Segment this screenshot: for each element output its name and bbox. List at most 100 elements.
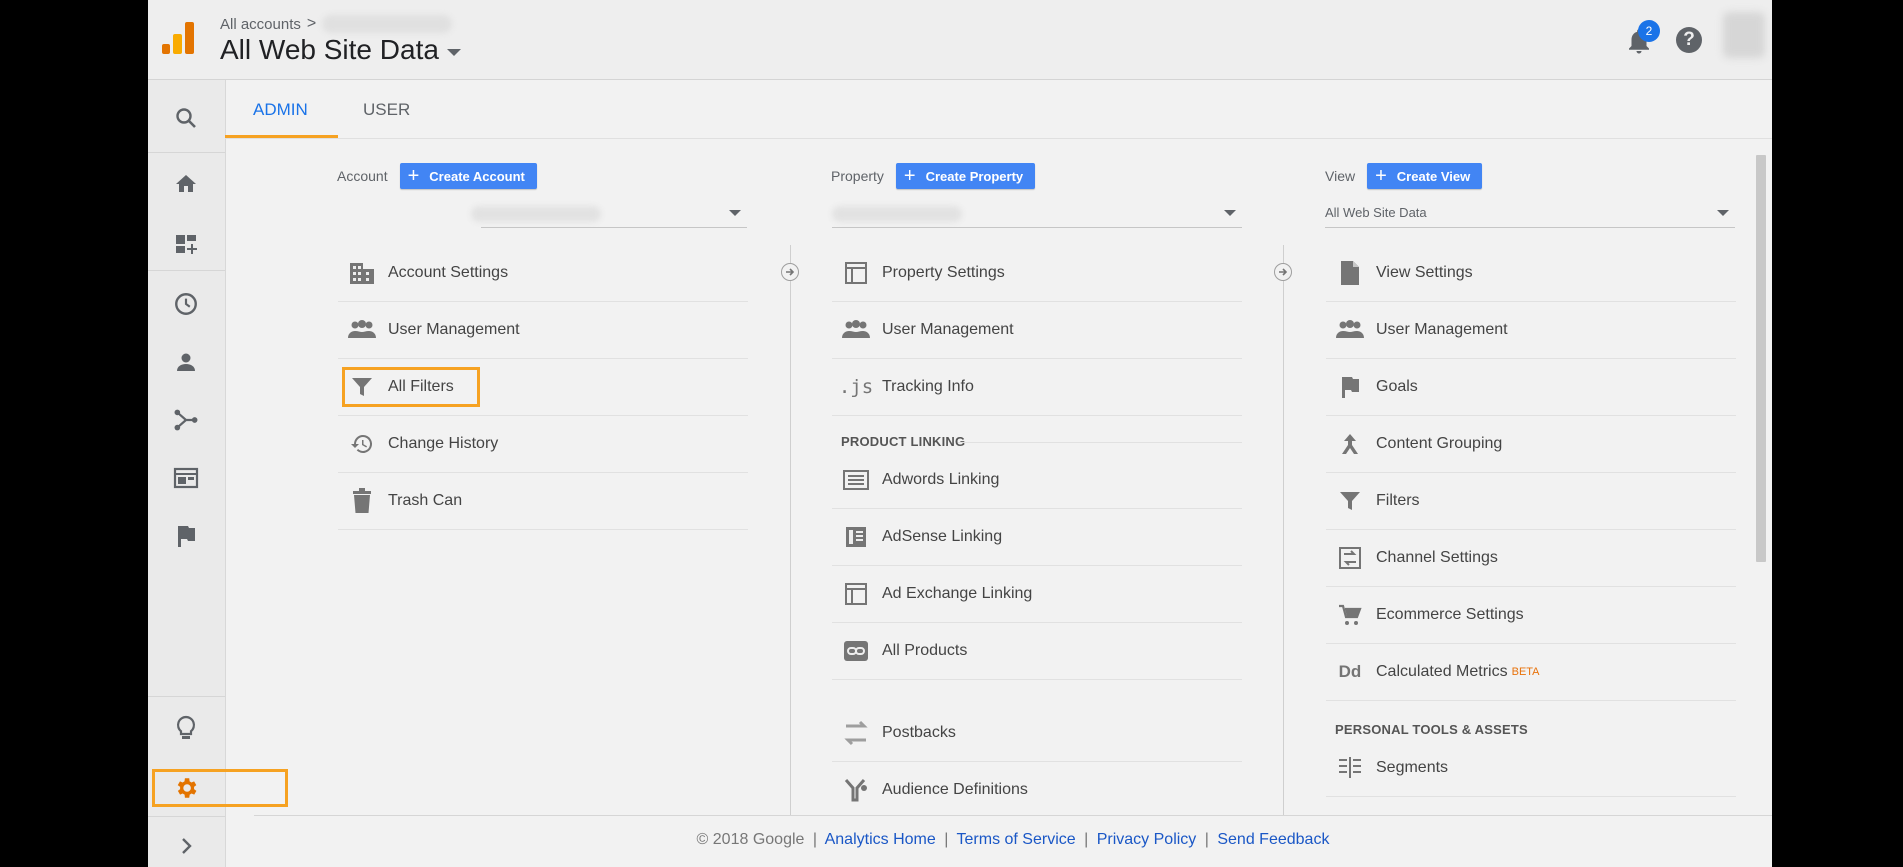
- search-icon[interactable]: [168, 100, 204, 136]
- column-divider: [790, 245, 791, 815]
- view-selector[interactable]: All Web Site Data: [220, 34, 461, 66]
- goals-item[interactable]: Goals: [1326, 359, 1736, 416]
- dropdown-arrow-icon: [1224, 210, 1236, 216]
- view-settings-label: View Settings: [1376, 264, 1473, 281]
- dropdown-arrow-icon: [729, 210, 741, 216]
- calculated-metrics-label: Calculated Metrics: [1376, 663, 1508, 680]
- audience-definitions-label: Audience Definitions: [882, 781, 1028, 798]
- send-feedback-link[interactable]: Send Feedback: [1217, 831, 1329, 848]
- people-icon: [1334, 314, 1366, 346]
- create-view-button[interactable]: + Create View: [1367, 163, 1483, 189]
- trash-can-item[interactable]: Trash Can: [338, 473, 748, 530]
- footer-separator: |: [1204, 831, 1209, 848]
- plus-icon: +: [407, 165, 420, 187]
- view-user-management-label: User Management: [1376, 321, 1508, 338]
- all-filters-highlight: [342, 367, 480, 407]
- active-tab-indicator: [225, 135, 338, 138]
- property-settings-item[interactable]: Property Settings: [832, 245, 1242, 302]
- account-selector-value: [471, 206, 601, 222]
- property-user-management-label: User Management: [882, 321, 1014, 338]
- breadcrumb-account-name[interactable]: [322, 15, 453, 33]
- scrollbar-thumb[interactable]: [1756, 155, 1766, 562]
- plus-icon: +: [903, 165, 916, 187]
- segments-label: Segments: [1376, 759, 1449, 776]
- analytics-home-link[interactable]: Analytics Home: [825, 831, 936, 848]
- property-selector[interactable]: [832, 201, 1242, 228]
- acquisition-icon[interactable]: [168, 402, 204, 438]
- account-user-management-item[interactable]: User Management: [338, 302, 748, 359]
- plus-icon: +: [1375, 165, 1387, 187]
- discover-lightbulb-icon[interactable]: [168, 710, 204, 746]
- link-icon: [840, 635, 872, 667]
- notification-count-badge[interactable]: 2: [1638, 20, 1660, 42]
- view-user-management-item[interactable]: User Management: [1326, 302, 1736, 359]
- create-account-label: Create Account: [429, 168, 525, 184]
- property-column-header: Property + Create Property: [831, 163, 1036, 189]
- account-label: Account: [337, 168, 388, 184]
- content-grouping-item[interactable]: Content Grouping: [1326, 416, 1736, 473]
- property-user-management-item[interactable]: User Management: [832, 302, 1242, 359]
- dropdown-arrow-icon: [1717, 210, 1729, 216]
- view-settings-item[interactable]: View Settings: [1326, 245, 1736, 302]
- ecommerce-settings-label: Ecommerce Settings: [1376, 606, 1524, 623]
- postbacks-item[interactable]: Postbacks: [832, 705, 1242, 762]
- calculated-metrics-item[interactable]: Dd Calculated Metrics BETA: [1326, 644, 1736, 701]
- trash-can-label: Trash Can: [388, 492, 463, 509]
- create-view-label: Create View: [1396, 168, 1471, 184]
- privacy-policy-link[interactable]: Privacy Policy: [1097, 831, 1197, 848]
- channel-settings-item[interactable]: Channel Settings: [1326, 530, 1736, 587]
- all-products-item[interactable]: All Products: [832, 623, 1242, 680]
- nav-divider: [148, 696, 225, 697]
- account-settings-item[interactable]: Account Settings: [338, 245, 748, 302]
- ecommerce-settings-item[interactable]: Ecommerce Settings: [1326, 587, 1736, 644]
- view-filters-item[interactable]: Filters: [1326, 473, 1736, 530]
- segments-item[interactable]: Segments: [1326, 740, 1736, 797]
- ad-exchange-linking-item[interactable]: Ad Exchange Linking: [832, 566, 1242, 623]
- window-icon: [840, 257, 872, 289]
- view-filters-label: Filters: [1376, 492, 1420, 509]
- caret-down-icon: [446, 48, 461, 56]
- cart-icon: [1334, 599, 1366, 631]
- account-user-management-label: User Management: [388, 321, 520, 338]
- all-products-label: All Products: [882, 642, 968, 659]
- section-divider: [958, 442, 1242, 443]
- tab-admin[interactable]: ADMIN: [253, 100, 308, 120]
- account-selector[interactable]: [471, 201, 747, 228]
- ad-exchange-linking-label: Ad Exchange Linking: [882, 585, 1033, 602]
- home-icon[interactable]: [168, 166, 204, 202]
- create-account-button[interactable]: + Create Account: [399, 163, 537, 189]
- analytics-logo-icon: [162, 22, 194, 54]
- view-label: View: [1325, 168, 1356, 184]
- people-icon: [840, 314, 872, 346]
- customization-icon[interactable]: [168, 226, 204, 262]
- view-selector-dropdown[interactable]: All Web Site Data: [1325, 201, 1735, 228]
- change-history-item[interactable]: Change History: [338, 416, 748, 473]
- create-property-button[interactable]: + Create Property: [895, 163, 1036, 189]
- segments-icon: [1334, 752, 1366, 784]
- filter-icon: [1334, 485, 1366, 517]
- tracking-info-label: Tracking Info: [882, 378, 974, 395]
- postbacks-label: Postbacks: [882, 724, 956, 741]
- create-property-label: Create Property: [925, 168, 1024, 184]
- personal-tools-heading: PERSONAL TOOLS & ASSETS: [1335, 722, 1528, 737]
- nav-divider: [148, 270, 225, 271]
- history-icon: [346, 428, 378, 460]
- adwords-linking-item[interactable]: Adwords Linking: [832, 452, 1242, 509]
- breadcrumb-separator: >: [306, 15, 317, 32]
- js-glyph: .js: [838, 376, 874, 398]
- conversions-flag-icon[interactable]: [168, 518, 204, 554]
- expand-chevron-icon[interactable]: [168, 828, 204, 864]
- terms-of-service-link[interactable]: Terms of Service: [957, 831, 1076, 848]
- breadcrumb-all-accounts[interactable]: All accounts: [220, 16, 301, 33]
- audience-person-icon[interactable]: [168, 344, 204, 380]
- tab-user[interactable]: USER: [363, 100, 410, 120]
- account-settings-label: Account Settings: [388, 264, 509, 281]
- adsense-linking-item[interactable]: AdSense Linking: [832, 509, 1242, 566]
- tracking-info-item[interactable]: .js Tracking Info: [832, 359, 1242, 416]
- view-column-header: View + Create View: [1325, 163, 1483, 189]
- account-avatar[interactable]: [1723, 12, 1765, 58]
- help-icon[interactable]: ?: [1676, 27, 1702, 53]
- audience-definitions-item[interactable]: Audience Definitions: [832, 762, 1242, 818]
- realtime-clock-icon[interactable]: [168, 286, 204, 322]
- behavior-icon[interactable]: [168, 460, 204, 496]
